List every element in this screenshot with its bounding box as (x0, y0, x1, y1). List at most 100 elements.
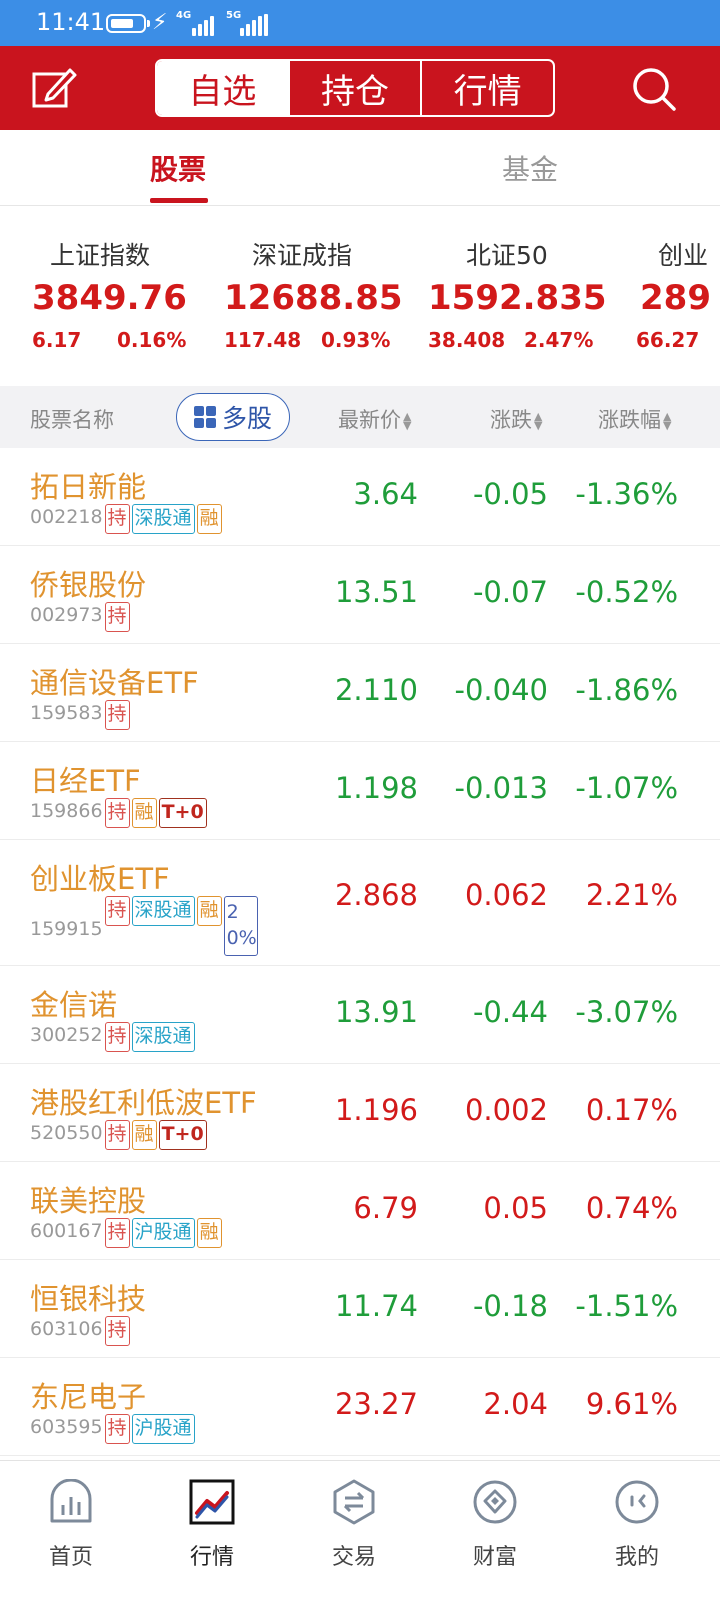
nav-trade[interactable]: 交易 (304, 1479, 404, 1571)
stock-tag: 20% (223, 896, 258, 956)
index-card[interactable]: 创业 289 66.27 (636, 236, 720, 352)
index-value: 1592.835 (428, 278, 607, 318)
stock-name: 港股红利低波ETF (30, 1086, 257, 1120)
nav-wealth[interactable]: 财富 (445, 1479, 545, 1571)
segment-watchlist[interactable]: 自选 (157, 61, 288, 115)
stock-row[interactable]: 东尼电子 603595 持沪股通 23.27 2.04 9.61% (0, 1358, 720, 1456)
stock-code: 159915 (30, 918, 103, 940)
stock-meta: 603106 持 (30, 1316, 130, 1346)
stock-change-pct: 2.21% (585, 878, 678, 912)
watchlist-segment-control: 自选 持仓 行情 (155, 59, 555, 117)
stock-tag: 持 (104, 1120, 130, 1150)
signal-icon-2 (240, 12, 268, 36)
stock-price: 6.79 (353, 1191, 418, 1225)
stock-price: 1.198 (334, 771, 418, 805)
nav-home[interactable]: 首页 (21, 1479, 121, 1571)
stock-price: 23.27 (334, 1387, 418, 1421)
stock-tag: 持 (104, 1316, 130, 1346)
stock-change: 2.04 (483, 1387, 548, 1421)
segment-holdings[interactable]: 持仓 (287, 61, 421, 115)
stock-change: -0.07 (472, 575, 548, 609)
grid-icon (193, 406, 216, 428)
change-column-header[interactable]: 涨跌 ▲ ▼ (490, 404, 542, 434)
stock-code: 600167 (30, 1220, 103, 1242)
stock-change-pct: -1.07% (575, 771, 678, 805)
stock-meta: 002218 持深股通融 (30, 504, 222, 534)
index-name: 上证指数 (50, 241, 151, 270)
stock-code: 603595 (30, 1416, 103, 1438)
stock-tag: 持 (104, 700, 130, 730)
stock-change: 0.05 (483, 1191, 548, 1225)
index-card[interactable]: 深证成指 12688.85 117.48 0.93% (224, 236, 424, 352)
multi-stock-button[interactable]: 多股 (176, 393, 290, 441)
stock-row[interactable]: 金信诺 300252 持深股通 13.91 -0.44 -3.07% (0, 966, 720, 1064)
index-change: 6.17 (32, 328, 82, 352)
stock-change: -0.040 (454, 673, 549, 707)
stock-name: 联美控股 (30, 1184, 147, 1218)
stock-code: 300252 (30, 1024, 103, 1046)
stock-code: 520550 (30, 1122, 103, 1144)
stock-meta: 159866 持融 T+0 (30, 798, 207, 828)
trade-exchange-icon (333, 1479, 375, 1525)
stock-price: 2.868 (334, 878, 418, 912)
app-header: 自选 持仓 行情 (0, 46, 720, 130)
stock-tag: T+0 (158, 1120, 207, 1150)
nav-label: 交易 (331, 1545, 376, 1570)
index-card[interactable]: 北证50 1592.835 38.408 2.47% (428, 236, 628, 352)
market-trend-icon (189, 1479, 235, 1525)
edit-icon[interactable] (30, 66, 78, 110)
segment-market[interactable]: 行情 (420, 61, 553, 115)
stock-change-pct: -3.07% (575, 995, 678, 1029)
battery-tip (147, 20, 150, 27)
network-label-1: 4G (176, 10, 192, 21)
index-change: 38.408 (428, 328, 506, 352)
stock-change-pct: 0.17% (585, 1093, 678, 1127)
nav-label: 行情 (189, 1545, 234, 1570)
sort-icon: ▲ ▼ (403, 410, 412, 432)
stock-name: 创业板ETF (30, 862, 170, 896)
stock-row[interactable]: 港股红利低波ETF 520550 持融 T+0 1.196 0.002 0.17% (0, 1064, 720, 1162)
stock-name: 恒银科技 (30, 1282, 147, 1316)
stock-row[interactable]: 联美控股 600167 持沪股通融 6.79 0.05 0.74% (0, 1162, 720, 1260)
stock-tag: 沪股通 (131, 1218, 195, 1248)
stock-row[interactable]: 拓日新能 002218 持深股通融 3.64 -0.05 -1.36% (0, 448, 720, 546)
signal-icon-1 (192, 12, 214, 36)
price-column-label: 最新价 (338, 408, 401, 432)
index-change: 66.27 (636, 328, 700, 352)
stock-row[interactable]: 侨银股份 002973 持 13.51 -0.07 -0.52% (0, 546, 720, 644)
index-card[interactable]: 上证指数 3849.76 6.17 0.16% (32, 236, 232, 352)
stock-tag: 深股通 (131, 1022, 195, 1052)
stock-change-pct: 0.74% (585, 1191, 678, 1225)
stock-change-pct: -1.51% (575, 1289, 678, 1323)
stock-row[interactable]: 日经ETF 159866 持融 T+0 1.198 -0.013 -1.07% (0, 742, 720, 840)
nav-label: 财富 (472, 1545, 517, 1570)
stock-code: 002973 (30, 604, 103, 626)
index-name: 北证50 (466, 241, 548, 270)
nav-market[interactable]: 行情 (162, 1479, 262, 1571)
stock-row[interactable]: 通信设备ETF 159583 持 2.110 -0.040 -1.86% (0, 644, 720, 742)
stock-name: 东尼电子 (30, 1380, 147, 1414)
status-bar: 11:41 ⚡ 4G 5G (0, 0, 720, 46)
network-label-2: 5G (226, 10, 242, 21)
index-name: 创业 (658, 241, 709, 270)
stock-price: 11.74 (334, 1289, 418, 1323)
bottom-nav: 首页 行情 交易 财富 我的 (0, 1460, 720, 1600)
nav-profile[interactable]: 我的 (587, 1479, 687, 1571)
stock-change-pct: -1.36% (575, 477, 678, 511)
nav-label: 首页 (48, 1545, 93, 1570)
stock-change: -0.44 (472, 995, 548, 1029)
tab-funds[interactable]: 基金 (502, 148, 558, 188)
index-pct: 0.16% (117, 328, 187, 352)
stock-meta: 159915 持深股通融 20% (30, 896, 258, 956)
price-column-header[interactable]: 最新价 ▲ ▼ (338, 404, 411, 434)
stock-row[interactable]: 恒银科技 603106 持 11.74 -0.18 -1.51% (0, 1260, 720, 1358)
stock-name: 金信诺 (30, 988, 118, 1022)
search-icon[interactable] (630, 66, 678, 112)
pct-column-header[interactable]: 涨跌幅 ▲ ▼ (598, 404, 671, 434)
status-time: 11:41 (36, 8, 106, 36)
stock-row[interactable]: 创业板ETF 159915 持深股通融 20% 2.868 0.062 2.21% (0, 840, 720, 966)
tab-stocks[interactable]: 股票 (150, 148, 206, 188)
stock-meta: 600167 持沪股通融 (30, 1218, 222, 1248)
charging-icon: ⚡ (152, 10, 168, 35)
stock-name: 日经ETF (30, 764, 141, 798)
